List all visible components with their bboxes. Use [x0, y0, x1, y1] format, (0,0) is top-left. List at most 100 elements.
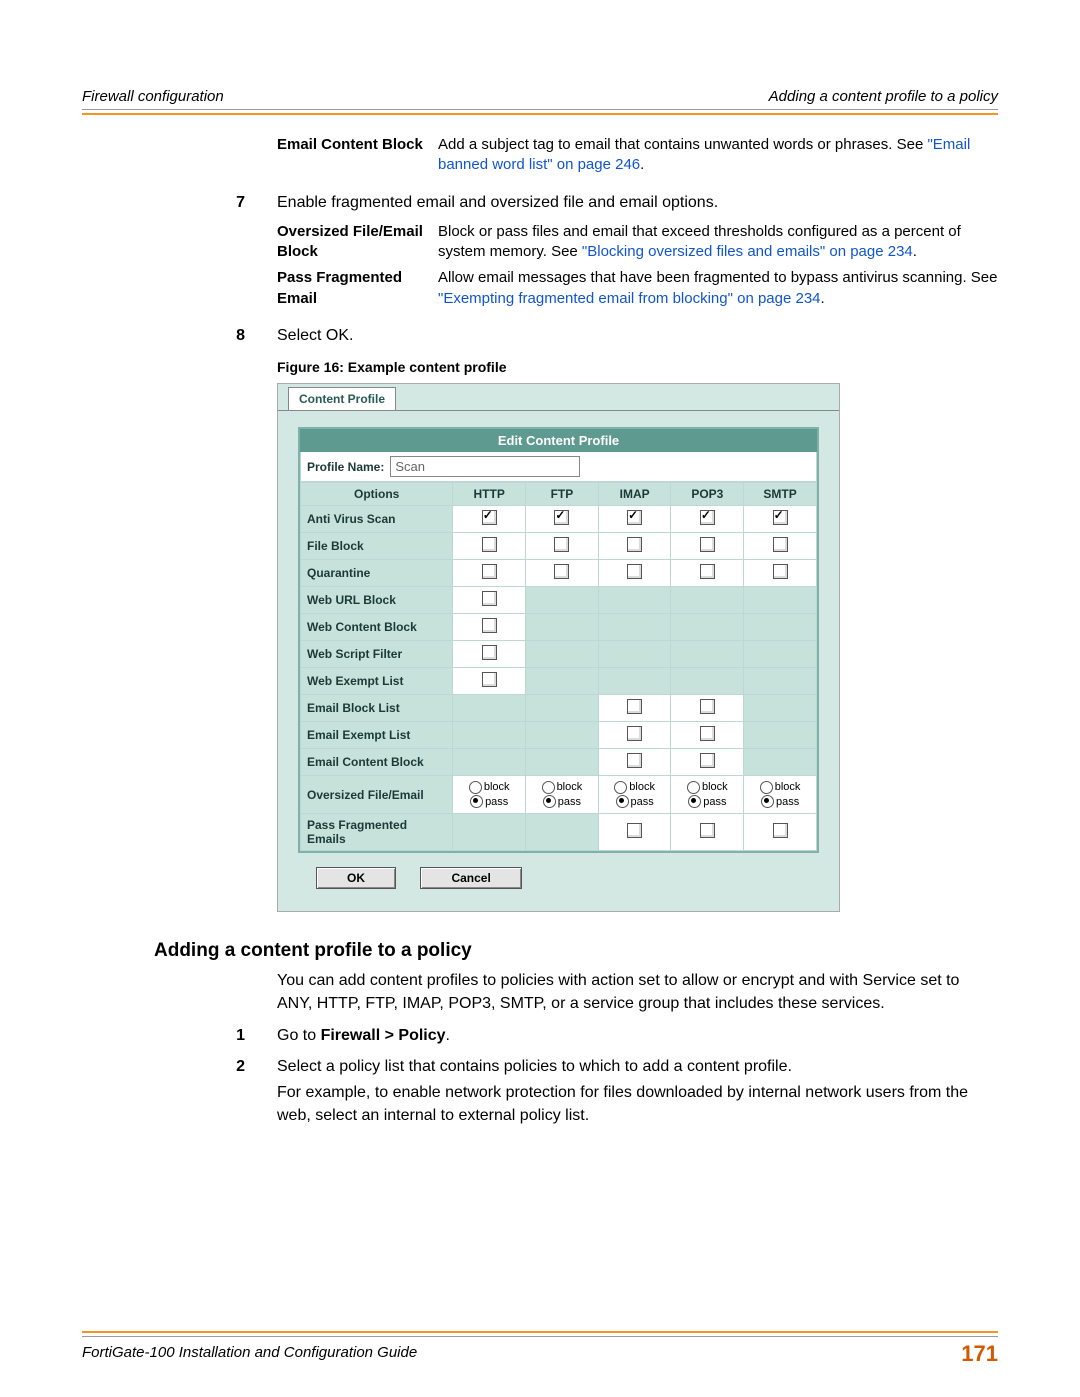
tab-bar: Content Profile	[278, 384, 839, 410]
edit-panel-title: Edit Content Profile	[300, 429, 817, 452]
row-pass-fragmented-emails: Pass Fragmented Emails	[301, 813, 453, 850]
row-email-exempt-list: Email Exempt List	[301, 722, 453, 749]
step-number: 8	[82, 325, 277, 347]
def-label-ofe: Oversized File/Email Block	[277, 222, 438, 269]
row-email-content-block: Email Content Block	[301, 749, 453, 776]
checkbox-avs-http[interactable]	[453, 506, 526, 533]
row-anti-virus-scan: Anti Virus Scan	[301, 506, 453, 533]
step-1: 1 Go to Firewall > Policy.	[82, 1025, 998, 1047]
checkbox-avs-imap[interactable]	[598, 506, 671, 533]
checkbox-avs-ftp[interactable]	[526, 506, 599, 533]
checkbox-wub-http[interactable]	[453, 587, 526, 614]
checkbox-pfe-pop3[interactable]	[671, 813, 744, 850]
step-number: 2	[82, 1056, 277, 1078]
header-right: Adding a content profile to a policy	[769, 88, 998, 105]
def-desc-ecb: Add a subject tag to email that contains…	[438, 135, 998, 182]
link-oversized[interactable]: "Blocking oversized files and emails" on…	[582, 243, 913, 260]
row-web-exempt-list: Web Exempt List	[301, 668, 453, 695]
checkbox-fb-ftp[interactable]	[526, 533, 599, 560]
button-bar: OK Cancel	[298, 853, 819, 889]
profile-name-label: Profile Name:	[307, 460, 384, 474]
row-web-url-block: Web URL Block	[301, 587, 453, 614]
checkbox-qr-http[interactable]	[453, 560, 526, 587]
page-number: 171	[961, 1341, 998, 1367]
checkbox-qr-imap[interactable]	[598, 560, 671, 587]
rule-grey-top	[82, 109, 998, 110]
rule-orange-top	[82, 113, 998, 115]
checkbox-eel-pop3[interactable]	[671, 722, 744, 749]
header-left: Firewall configuration	[82, 88, 224, 105]
checkbox-qr-smtp[interactable]	[744, 560, 817, 587]
tab-content-profile[interactable]: Content Profile	[288, 387, 396, 410]
col-http: HTTP	[453, 483, 526, 506]
col-pop3: POP3	[671, 483, 744, 506]
step-2: 2 Select a policy list that contains pol…	[82, 1056, 998, 1078]
def-label-ecb: Email Content Block	[277, 135, 438, 182]
row-web-script-filter: Web Script Filter	[301, 641, 453, 668]
row-file-block: File Block	[301, 533, 453, 560]
checkbox-eel-imap[interactable]	[598, 722, 671, 749]
radio-ofe-ftp[interactable]: blockpass	[526, 776, 599, 814]
checkbox-fb-smtp[interactable]	[744, 533, 817, 560]
row-quarantine: Quarantine	[301, 560, 453, 587]
checkbox-pfe-imap[interactable]	[598, 813, 671, 850]
step-8: 8 Select OK.	[82, 325, 998, 347]
rule-orange-bottom	[82, 1331, 998, 1333]
row-web-content-block: Web Content Block	[301, 614, 453, 641]
radio-ofe-imap[interactable]: blockpass	[598, 776, 671, 814]
figure-caption: Figure 16: Example content profile	[277, 359, 998, 375]
checkbox-ebl-pop3[interactable]	[671, 695, 744, 722]
step-text: Select OK.	[277, 325, 998, 347]
step-number: 7	[82, 192, 277, 214]
col-smtp: SMTP	[744, 483, 817, 506]
col-ftp: FTP	[526, 483, 599, 506]
checkbox-wel-http[interactable]	[453, 668, 526, 695]
checkbox-fb-http[interactable]	[453, 533, 526, 560]
checkbox-wsf-http[interactable]	[453, 641, 526, 668]
def-desc-ofe: Block or pass files and email that excee…	[438, 222, 998, 269]
profile-panel: Edit Content Profile Profile Name: Optio…	[278, 410, 839, 911]
step-text: Go to Firewall > Policy.	[277, 1025, 998, 1047]
def-desc-pfe: Allow email messages that have been frag…	[438, 268, 998, 315]
checkbox-avs-pop3[interactable]	[671, 506, 744, 533]
checkbox-fb-pop3[interactable]	[671, 533, 744, 560]
nav-path: Firewall > Policy	[321, 1027, 446, 1044]
profile-name-row: Profile Name:	[300, 452, 817, 482]
def-label-pfe: Pass Fragmented Email	[277, 268, 438, 315]
checkbox-ecb-pop3[interactable]	[671, 749, 744, 776]
profile-name-input[interactable]	[390, 456, 580, 477]
radio-ofe-http[interactable]: blockpass	[453, 776, 526, 814]
col-options: Options	[301, 483, 453, 506]
radio-ofe-pop3[interactable]: blockpass	[671, 776, 744, 814]
content-profile-screenshot: Content Profile Edit Content Profile Pro…	[277, 383, 840, 912]
checkbox-avs-smtp[interactable]	[744, 506, 817, 533]
edit-content-profile-box: Edit Content Profile Profile Name: Optio…	[298, 427, 819, 853]
checkbox-qr-pop3[interactable]	[671, 560, 744, 587]
checkbox-qr-ftp[interactable]	[526, 560, 599, 587]
page-content: Email Content Block Add a subject tag to…	[82, 135, 998, 1138]
step-number: 1	[82, 1025, 277, 1047]
row-email-block-list: Email Block List	[301, 695, 453, 722]
checkbox-wcb-http[interactable]	[453, 614, 526, 641]
row-oversized-file-email: Oversized File/Email	[301, 776, 453, 814]
col-imap: IMAP	[598, 483, 671, 506]
ok-button[interactable]: OK	[316, 867, 396, 889]
step-text: Select a policy list that contains polic…	[277, 1056, 998, 1078]
link-fragmented[interactable]: "Exempting fragmented email from blockin…	[438, 290, 821, 307]
definition-list-2: Oversized File/Email Block Block or pass…	[277, 222, 998, 315]
footer-title: FortiGate-100 Installation and Configura…	[82, 1344, 417, 1361]
rule-grey-bottom	[82, 1336, 998, 1337]
checkbox-ecb-imap[interactable]	[598, 749, 671, 776]
checkbox-pfe-smtp[interactable]	[744, 813, 817, 850]
checkbox-ebl-imap[interactable]	[598, 695, 671, 722]
step-2-detail: For example, to enable network protectio…	[277, 1082, 998, 1127]
checkbox-fb-imap[interactable]	[598, 533, 671, 560]
cancel-button[interactable]: Cancel	[420, 867, 521, 889]
radio-ofe-smtp[interactable]: blockpass	[744, 776, 817, 814]
section-paragraph: You can add content profiles to policies…	[277, 970, 998, 1015]
profile-options-table: Options HTTP FTP IMAP POP3 SMTP Anti Vir…	[300, 482, 817, 851]
step-7: 7 Enable fragmented email and oversized …	[82, 192, 998, 214]
definition-list-1: Email Content Block Add a subject tag to…	[277, 135, 998, 182]
step-text: Enable fragmented email and oversized fi…	[277, 192, 998, 214]
document-page: Firewall configuration Adding a content …	[0, 0, 1080, 1397]
